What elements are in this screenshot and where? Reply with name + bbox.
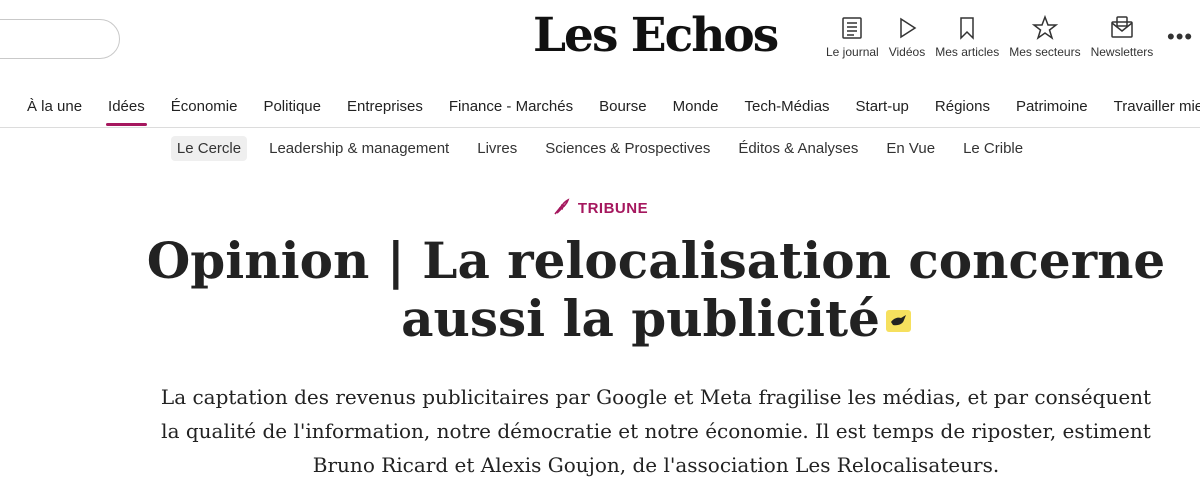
bookmark-icon (960, 17, 974, 40)
subnav-item-en-vue[interactable]: En Vue (880, 136, 941, 161)
my-articles-button[interactable]: Mes articles (935, 14, 999, 59)
bird-icon (890, 315, 906, 326)
sub-navigation: Le Cercle Leadership & management Livres… (0, 136, 1200, 161)
nav-item-travailler-mieux[interactable]: Travailler mieux (1114, 98, 1200, 115)
newsletters-label: Newsletters (1090, 45, 1154, 59)
nav-item-tech-medias[interactable]: Tech-Médias (745, 98, 830, 115)
premium-badge (885, 310, 911, 332)
nav-item-monde[interactable]: Monde (673, 98, 719, 115)
nav-item-idees[interactable]: Idées (106, 98, 147, 126)
more-menu-button[interactable]: ••• (1167, 24, 1193, 50)
nav-item-patrimoine[interactable]: Patrimoine (1016, 98, 1088, 115)
star-icon (1031, 14, 1059, 40)
videos-label: Vidéos (888, 45, 926, 59)
my-articles-label: Mes articles (935, 45, 1000, 59)
nav-item-start-up[interactable]: Start-up (856, 98, 909, 115)
kicker-label: TRIBUNE (577, 200, 649, 217)
top-header: Les Echos Le journal Vidéos Mes articles… (0, 0, 1200, 85)
article-title-text: Opinion | La relocalisation concerne aus… (146, 231, 1166, 348)
subnav-item-sciences[interactable]: Sciences & Prospectives (539, 136, 716, 161)
search-input[interactable] (0, 19, 120, 59)
quill-icon (554, 198, 570, 215)
subnav-item-livres[interactable]: Livres (471, 136, 523, 161)
site-logo[interactable]: Les Echos (533, 8, 779, 63)
newsletters-button[interactable]: Newsletters (1090, 14, 1154, 59)
subnav-item-leadership[interactable]: Leadership & management (263, 136, 455, 161)
nav-item-finance-marches[interactable]: Finance - Marchés (449, 98, 573, 115)
journal-button[interactable]: Le journal (826, 14, 879, 59)
nav-item-economie[interactable]: Économie (171, 98, 238, 115)
article-title: Opinion | La relocalisation concerne aus… (100, 232, 1200, 348)
my-sectors-label: Mes secteurs (1009, 45, 1081, 59)
my-sectors-button[interactable]: Mes secteurs (1009, 14, 1081, 59)
nav-item-bourse[interactable]: Bourse (599, 98, 647, 115)
main-navigation: À la une Idées Économie Politique Entrep… (0, 85, 1200, 128)
nav-item-regions[interactable]: Régions (935, 98, 990, 115)
header-tools: Le journal Vidéos Mes articles Mes secte… (826, 14, 1163, 59)
videos-button[interactable]: Vidéos (889, 14, 925, 59)
subnav-item-editos[interactable]: Éditos & Analyses (732, 136, 864, 161)
journal-label: Le journal (826, 45, 879, 59)
newspaper-icon (842, 17, 863, 39)
nav-item-politique[interactable]: Politique (263, 98, 321, 115)
envelope-icon (1111, 16, 1133, 38)
article-kicker[interactable]: TRIBUNE (0, 198, 1200, 217)
nav-item-entreprises[interactable]: Entreprises (347, 98, 423, 115)
subnav-item-le-cercle[interactable]: Le Cercle (170, 136, 248, 161)
nav-item-a-la-une[interactable]: À la une (27, 98, 82, 115)
play-icon (900, 17, 917, 39)
subnav-item-le-crible[interactable]: Le Crible (957, 136, 1029, 161)
article-lede: La captation des revenus publicitaires p… (160, 385, 1152, 477)
